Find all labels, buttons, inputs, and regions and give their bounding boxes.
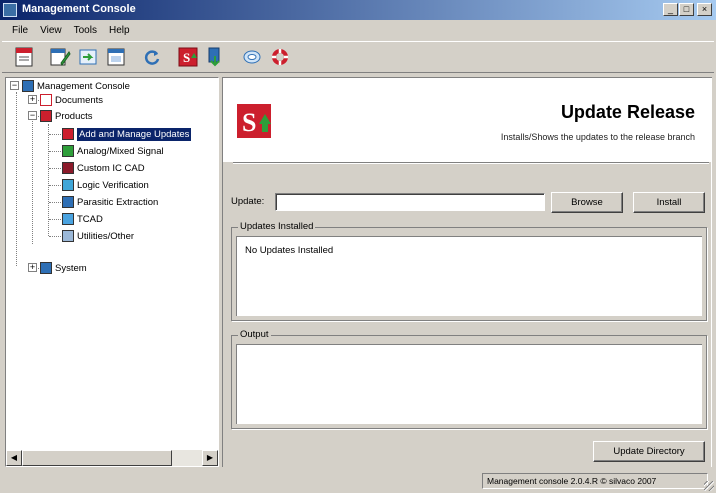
console-icon	[22, 80, 34, 92]
tree-root-label: Management Console	[37, 80, 130, 92]
update-release-panel: S Update Release Installs/Shows the upda…	[222, 77, 712, 467]
menu-file[interactable]: File	[6, 25, 34, 36]
install-button[interactable]: Install	[633, 192, 705, 213]
tree-system-label: System	[55, 262, 87, 274]
custom-ic-icon	[62, 162, 74, 174]
scroll-thumb[interactable]	[22, 450, 172, 466]
tree-item-logic-verification[interactable]: Logic Verification	[62, 177, 149, 193]
output-group: Output	[231, 329, 707, 429]
utilities-icon	[62, 230, 74, 242]
svg-text:S: S	[242, 108, 256, 137]
expand-root[interactable]: −	[10, 81, 19, 90]
scroll-left-icon[interactable]: ◀	[6, 450, 22, 466]
tree-item-label: Analog/Mixed Signal	[77, 145, 164, 157]
app-icon	[3, 3, 17, 17]
tree-horizontal-scrollbar[interactable]: ◀ ▶	[6, 450, 218, 466]
tree-documents-label: Documents	[55, 94, 104, 106]
toolbar: S	[2, 41, 714, 73]
tree-system[interactable]: System	[40, 260, 87, 276]
download-icon[interactable]	[204, 45, 228, 69]
tree-documents[interactable]: Documents	[40, 92, 103, 108]
tree-item-label: TCAD	[77, 213, 103, 225]
header-divider	[233, 162, 709, 164]
panel-header: S Update Release Installs/Shows the upda…	[223, 78, 711, 162]
updates-installed-list[interactable]: No Updates Installed	[236, 236, 702, 316]
no-updates-text: No Updates Installed	[245, 245, 334, 256]
parasitic-icon	[62, 196, 74, 208]
resize-grip-icon[interactable]	[704, 481, 714, 491]
documents-icon	[40, 94, 52, 106]
tree-item-add-manage-updates[interactable]: Add and Manage Updates	[62, 126, 192, 142]
update-directory-button[interactable]: Update Directory	[593, 441, 705, 462]
tree-item-label: Utilities/Other	[77, 230, 135, 242]
tree-item-analog-mixed-signal[interactable]: Analog/Mixed Signal	[62, 143, 164, 159]
menu-tools[interactable]: Tools	[68, 25, 103, 36]
page-title: Update Release	[560, 102, 695, 122]
title-bar: Management Console _ □ ×	[0, 0, 716, 20]
browse-button[interactable]: Browse	[551, 192, 623, 213]
scroll-right-icon[interactable]: ▶	[202, 450, 218, 466]
import-icon[interactable]	[76, 45, 100, 69]
silvaco-logo-icon: S	[237, 104, 271, 138]
report-icon[interactable]	[12, 45, 36, 69]
s-update-icon[interactable]: S	[176, 45, 200, 69]
window-title: Management Console	[22, 3, 136, 15]
tree-products[interactable]: Products	[40, 108, 93, 124]
tree-item-label: Custom IC CAD	[77, 162, 145, 174]
menu-bar: File View Tools Help	[0, 20, 716, 40]
status-text: Management console 2.0.4.R © silvaco 200…	[482, 473, 708, 489]
tree-item-label: Add and Manage Updates	[77, 127, 192, 141]
edit-icon[interactable]	[48, 45, 72, 69]
panel-body: Update: Browse Install Updates Installed…	[223, 162, 711, 467]
output-title: Output	[238, 329, 271, 340]
analog-icon	[62, 145, 74, 157]
updates-installed-group: Updates Installed No Updates Installed	[231, 221, 707, 321]
menu-view[interactable]: View	[34, 25, 68, 36]
minimize-button[interactable]: _	[663, 3, 678, 16]
tree-item-tcad[interactable]: TCAD	[62, 211, 103, 227]
tree-item-label: Logic Verification	[77, 179, 149, 191]
products-icon	[40, 110, 52, 122]
svg-text:S: S	[183, 50, 190, 65]
system-icon	[40, 262, 52, 274]
tree-products-label: Products	[55, 110, 93, 122]
s-update-icon	[62, 128, 74, 140]
expand-products[interactable]: −	[28, 111, 37, 120]
update-path-input[interactable]	[275, 193, 545, 211]
expand-documents[interactable]: +	[28, 95, 37, 104]
page-subtitle: Installs/Shows the updates to the releas…	[500, 132, 695, 142]
network-icon[interactable]	[240, 45, 264, 69]
tree-item-utilities-other[interactable]: Utilities/Other	[62, 228, 134, 244]
output-textarea[interactable]	[236, 344, 702, 424]
tcad-icon	[62, 213, 74, 225]
logic-icon	[62, 179, 74, 191]
updates-installed-title: Updates Installed	[238, 221, 316, 232]
window-icon[interactable]	[104, 45, 128, 69]
tree-item-parasitic-extraction[interactable]: Parasitic Extraction	[62, 194, 158, 210]
menu-help[interactable]: Help	[103, 25, 136, 36]
expand-system[interactable]: +	[28, 263, 37, 272]
status-bar: Management console 2.0.4.R © silvaco 200…	[0, 469, 716, 493]
tree-item-label: Parasitic Extraction	[77, 196, 159, 208]
update-label: Update:	[231, 196, 265, 207]
refresh-icon[interactable]	[140, 45, 164, 69]
close-button[interactable]: ×	[697, 3, 712, 16]
maximize-button[interactable]: □	[679, 3, 694, 16]
navigation-tree[interactable]: − Management Console + Documents − Produ…	[5, 77, 219, 467]
lifebuoy-icon[interactable]	[268, 45, 292, 69]
tree-item-custom-ic-cad[interactable]: Custom IC CAD	[62, 160, 145, 176]
